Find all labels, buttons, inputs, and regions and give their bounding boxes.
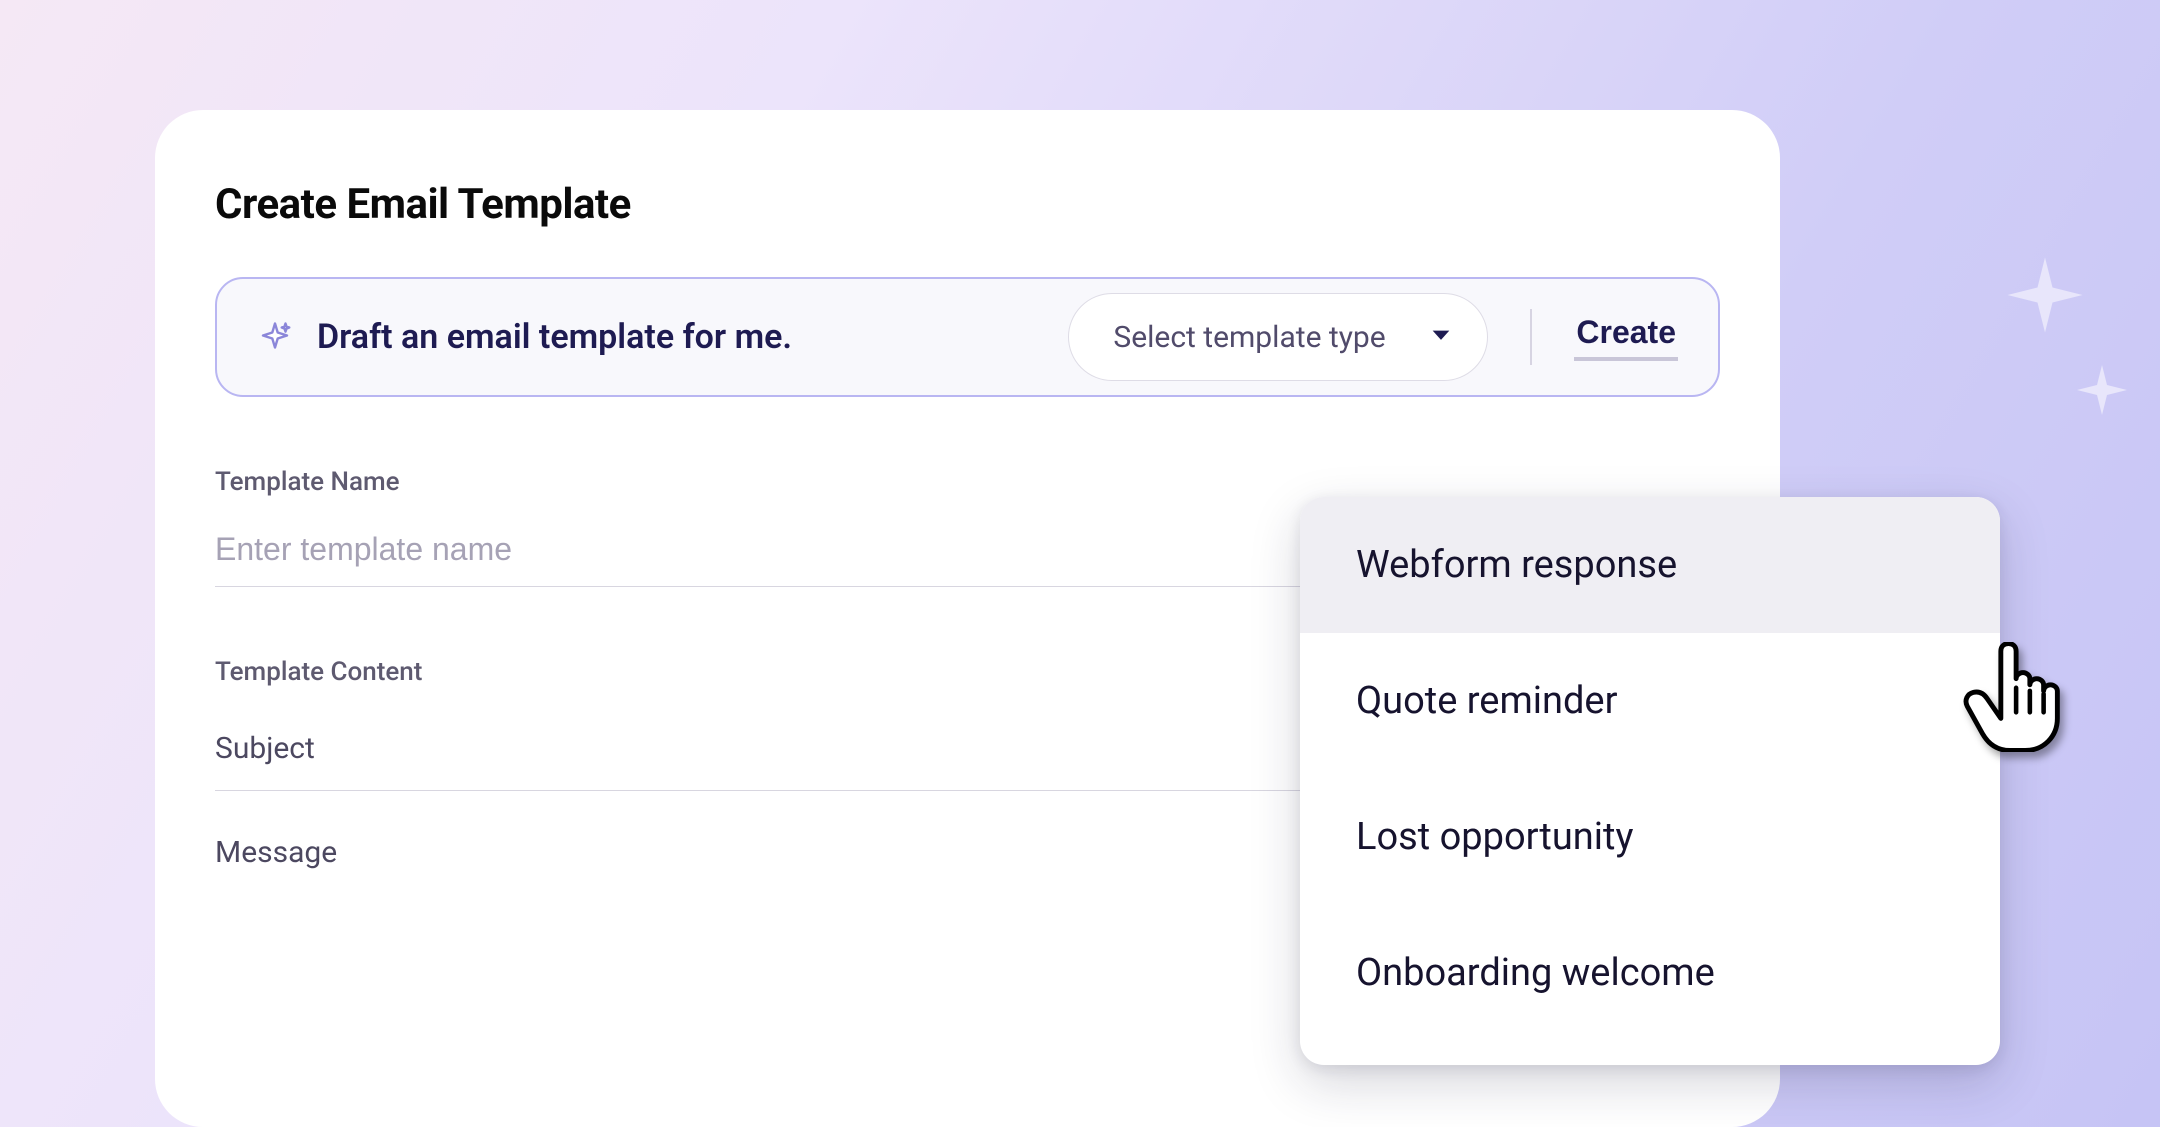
dropdown-item-webform-response[interactable]: Webform response	[1300, 497, 2000, 633]
sparkle-decoration-icon	[2000, 250, 2090, 340]
sparkle-icon	[257, 319, 293, 355]
template-type-dropdown: Webform response Quote reminder Lost opp…	[1300, 497, 2000, 1065]
template-name-label: Template Name	[215, 467, 1720, 497]
ai-draft-prompt: Draft an email template for me.	[317, 317, 1044, 357]
dropdown-item-quote-reminder[interactable]: Quote reminder	[1300, 633, 2000, 769]
ai-draft-bar: Draft an email template for me. Select t…	[215, 277, 1720, 397]
template-type-select[interactable]: Select template type	[1068, 293, 1488, 381]
caret-down-icon	[1431, 327, 1451, 347]
page-title: Create Email Template	[215, 180, 1720, 229]
create-button[interactable]: Create	[1574, 313, 1678, 361]
template-type-placeholder: Select template type	[1113, 320, 1385, 355]
divider	[1530, 309, 1532, 365]
sparkle-decoration-icon	[2072, 360, 2132, 420]
dropdown-item-lost-opportunity[interactable]: Lost opportunity	[1300, 769, 2000, 905]
dropdown-item-onboarding-welcome[interactable]: Onboarding welcome	[1300, 905, 2000, 1041]
